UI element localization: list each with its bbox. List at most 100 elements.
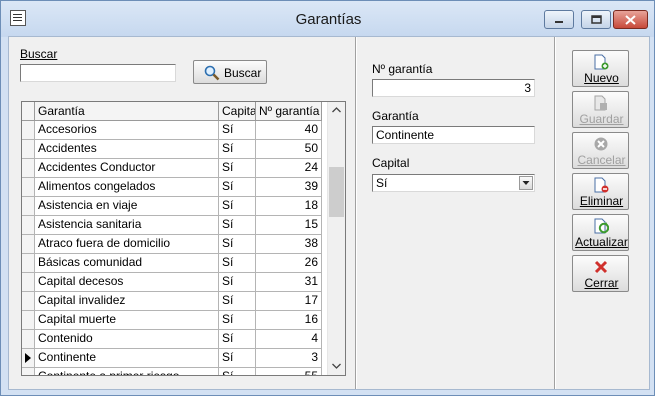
cell-garantia[interactable]: Contenido <box>35 330 219 348</box>
cell-num-garantia[interactable]: 24 <box>256 159 322 177</box>
cell-garantia[interactable]: Básicas comunidad <box>35 254 219 272</box>
cell-garantia[interactable]: Accidentes <box>35 140 219 158</box>
cell-capital[interactable]: Sí <box>219 140 256 158</box>
cell-garantia[interactable]: Alimentos congelados <box>35 178 219 196</box>
header-num-garantia[interactable]: Nº garantía <box>256 102 322 120</box>
nuevo-button[interactable]: Nuevo <box>572 50 629 87</box>
cell-num-garantia[interactable]: 31 <box>256 273 322 291</box>
search-button[interactable]: Buscar <box>193 60 267 84</box>
cell-capital[interactable]: Sí <box>219 368 256 375</box>
table-row[interactable]: Asistencia sanitaria Sí 15 <box>22 216 322 235</box>
scroll-down-arrow-icon[interactable] <box>328 358 345 375</box>
row-indicator[interactable] <box>22 273 35 291</box>
chevron-down-icon[interactable] <box>519 176 533 190</box>
cell-garantia[interactable]: Atraco fuera de domicilio <box>35 235 219 253</box>
row-indicator[interactable] <box>22 235 35 253</box>
magnifier-icon <box>204 65 220 81</box>
cell-capital[interactable]: Sí <box>219 121 256 139</box>
cell-capital[interactable]: Sí <box>219 159 256 177</box>
cell-garantia[interactable]: Asistencia en viaje <box>35 197 219 215</box>
cell-capital[interactable]: Sí <box>219 349 256 367</box>
row-indicator[interactable] <box>22 311 35 329</box>
cell-capital[interactable]: Sí <box>219 330 256 348</box>
actualizar-button[interactable]: Actualizar <box>572 214 629 251</box>
cell-capital[interactable]: Sí <box>219 273 256 291</box>
capital-select[interactable]: Sí <box>372 174 535 192</box>
cell-num-garantia[interactable]: 38 <box>256 235 322 253</box>
cell-capital[interactable]: Sí <box>219 292 256 310</box>
cell-capital[interactable]: Sí <box>219 197 256 215</box>
row-indicator[interactable] <box>22 330 35 348</box>
search-input[interactable] <box>20 64 176 82</box>
cell-num-garantia[interactable]: 15 <box>256 216 322 234</box>
cell-capital[interactable]: Sí <box>219 311 256 329</box>
table-row[interactable]: Continente Sí 3 <box>22 349 322 368</box>
row-indicator[interactable] <box>22 197 35 215</box>
cell-num-garantia[interactable]: 50 <box>256 140 322 158</box>
minimize-button[interactable] <box>544 10 574 29</box>
table-row[interactable]: Accesorios Sí 40 <box>22 121 322 140</box>
table-row[interactable]: Asistencia en viaje Sí 18 <box>22 197 322 216</box>
table-row[interactable]: Accidentes Conductor Sí 24 <box>22 159 322 178</box>
maximize-button[interactable] <box>581 10 611 29</box>
cell-garantia[interactable]: Continente a primer riesgo <box>35 368 219 375</box>
garantia-label: Garantía <box>372 109 419 123</box>
guardar-button[interactable]: Guardar <box>572 91 629 128</box>
cell-garantia[interactable]: Capital muerte <box>35 311 219 329</box>
row-indicator[interactable] <box>22 349 35 367</box>
row-indicator[interactable] <box>22 216 35 234</box>
table-row[interactable]: Alimentos congelados Sí 39 <box>22 178 322 197</box>
row-indicator[interactable] <box>22 178 35 196</box>
scroll-up-arrow-icon[interactable] <box>328 102 345 119</box>
table-row[interactable]: Básicas comunidad Sí 26 <box>22 254 322 273</box>
cell-num-garantia[interactable]: 18 <box>256 197 322 215</box>
header-capital[interactable]: Capital <box>219 102 256 120</box>
row-indicator[interactable] <box>22 159 35 177</box>
cell-num-garantia[interactable]: 26 <box>256 254 322 272</box>
cell-num-garantia[interactable]: 17 <box>256 292 322 310</box>
num-garantia-field[interactable] <box>372 79 535 97</box>
table-row[interactable]: Capital muerte Sí 16 <box>22 311 322 330</box>
cell-num-garantia[interactable]: 4 <box>256 330 322 348</box>
header-garantia[interactable]: Garantía <box>35 102 219 120</box>
current-row-arrow-icon <box>25 353 31 363</box>
row-indicator[interactable] <box>22 368 35 375</box>
cell-garantia[interactable]: Continente <box>35 349 219 367</box>
cell-num-garantia[interactable]: 16 <box>256 311 322 329</box>
table-row[interactable]: Capital decesos Sí 31 <box>22 273 322 292</box>
cell-num-garantia[interactable]: 3 <box>256 349 322 367</box>
close-window-button[interactable] <box>613 10 648 29</box>
eliminar-label: Eliminar <box>579 194 624 208</box>
table-row[interactable]: Contenido Sí 4 <box>22 330 322 349</box>
row-indicator[interactable] <box>22 292 35 310</box>
capital-select-value: Sí <box>376 176 388 190</box>
garantias-grid[interactable]: Garantía Capital Nº garantía Accesorios S… <box>21 101 346 376</box>
cell-garantia[interactable]: Accesorios <box>35 121 219 139</box>
cell-garantia[interactable]: Capital invalidez <box>35 292 219 310</box>
cell-capital[interactable]: Sí <box>219 216 256 234</box>
row-indicator[interactable] <box>22 254 35 272</box>
cerrar-button[interactable]: Cerrar <box>572 255 629 292</box>
table-row[interactable]: Capital invalidez Sí 17 <box>22 292 322 311</box>
title-bar[interactable]: Garantías <box>1 1 654 37</box>
eliminar-button[interactable]: Eliminar <box>572 173 629 210</box>
table-row[interactable]: Accidentes Sí 50 <box>22 140 322 159</box>
row-indicator[interactable] <box>22 140 35 158</box>
cell-num-garantia[interactable]: 55 <box>256 368 322 375</box>
garantia-field[interactable] <box>372 126 535 144</box>
close-x-icon <box>594 260 608 274</box>
cell-garantia[interactable]: Asistencia sanitaria <box>35 216 219 234</box>
cell-garantia[interactable]: Accidentes Conductor <box>35 159 219 177</box>
cancelar-button[interactable]: Cancelar <box>572 132 629 169</box>
cell-num-garantia[interactable]: 40 <box>256 121 322 139</box>
table-row[interactable]: Continente a primer riesgo Sí 55 <box>22 368 322 375</box>
row-indicator[interactable] <box>22 121 35 139</box>
cell-garantia[interactable]: Capital decesos <box>35 273 219 291</box>
scroll-thumb[interactable] <box>329 167 344 217</box>
table-row[interactable]: Atraco fuera de domicilio Sí 38 <box>22 235 322 254</box>
cell-capital[interactable]: Sí <box>219 235 256 253</box>
cell-capital[interactable]: Sí <box>219 254 256 272</box>
cell-capital[interactable]: Sí <box>219 178 256 196</box>
cell-num-garantia[interactable]: 39 <box>256 178 322 196</box>
grid-vertical-scrollbar[interactable] <box>327 102 345 375</box>
